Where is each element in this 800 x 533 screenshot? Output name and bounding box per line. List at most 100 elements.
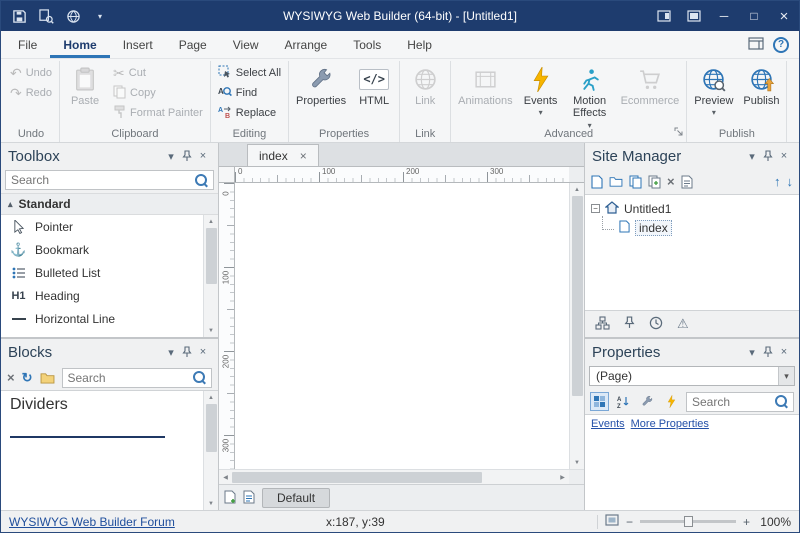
scrollbar-thumb[interactable]	[206, 404, 217, 452]
pin-view-icon[interactable]	[624, 316, 635, 332]
site-tree-page-index[interactable]: index	[602, 218, 793, 237]
alphabetical-view-icon[interactable]: AZ	[614, 392, 633, 411]
scroll-up-icon[interactable]: ▲	[204, 391, 218, 404]
minimize-button[interactable]: ─	[709, 1, 739, 31]
blocks-clear-icon[interactable]: ×	[7, 370, 15, 385]
scrollbar-thumb[interactable]	[206, 228, 217, 284]
site-manager-pin-icon[interactable]	[760, 150, 776, 162]
properties-close-icon[interactable]: ×	[776, 346, 792, 358]
toolbox-item-heading[interactable]: H1 Heading	[1, 284, 203, 307]
copy-page-icon[interactable]	[629, 175, 642, 189]
new-page-icon[interactable]	[591, 175, 603, 189]
tab-help[interactable]: Help	[394, 31, 445, 58]
select-all-button[interactable]: Select All	[214, 63, 285, 83]
toolbox-scrollbar[interactable]: ▲ ▼	[203, 215, 218, 337]
sitemap-view-icon[interactable]	[595, 316, 610, 333]
page-properties-icon[interactable]	[681, 175, 693, 189]
tab-home[interactable]: Home	[50, 31, 109, 58]
toolbox-item-pointer[interactable]: Pointer	[1, 215, 203, 238]
breakpoint-default-tab[interactable]: Default	[262, 488, 330, 508]
advanced-dialog-launcher-icon[interactable]	[674, 125, 683, 139]
events-button[interactable]: Events ▾	[519, 63, 563, 117]
properties-menu-icon[interactable]: ▾	[744, 346, 760, 359]
toolbox-close-icon[interactable]: ×	[195, 150, 211, 162]
canvas-horizontal-scrollbar[interactable]: ◀ ▶	[219, 469, 569, 484]
forum-link[interactable]: WYSIWYG Web Builder Forum	[1, 515, 183, 529]
replace-button[interactable]: AB Replace	[214, 103, 285, 123]
scroll-down-icon[interactable]: ▼	[204, 497, 218, 510]
maximize-button[interactable]: □	[739, 1, 769, 31]
properties-pin-icon[interactable]	[760, 346, 776, 358]
delete-page-icon[interactable]: ×	[667, 174, 675, 189]
tree-collapse-icon[interactable]: −	[591, 204, 600, 213]
motion-effects-button[interactable]: Motion Effects ▾	[565, 63, 615, 130]
dropdown-caret-icon[interactable]: ▾	[778, 367, 794, 385]
divider-block-preview[interactable]	[10, 436, 165, 438]
toolbox-search-input[interactable]	[11, 173, 195, 187]
blocks-close-icon[interactable]: ×	[195, 346, 211, 358]
save-icon[interactable]	[7, 5, 31, 27]
scroll-down-icon[interactable]: ▼	[204, 324, 218, 337]
scroll-down-icon[interactable]: ▼	[570, 456, 584, 469]
breakpoint-settings-icon[interactable]	[243, 490, 257, 505]
more-properties-link[interactable]: More Properties	[631, 418, 709, 430]
events-link[interactable]: Events	[591, 418, 625, 430]
tab-arrange[interactable]: Arrange	[272, 31, 341, 58]
categorized-view-icon[interactable]	[590, 392, 609, 411]
preview-quick-icon[interactable]	[34, 5, 58, 27]
blocks-menu-icon[interactable]: ▾	[163, 346, 179, 359]
blocks-scrollbar[interactable]: ▲ ▼	[203, 391, 218, 510]
blocks-refresh-icon[interactable]: ↻	[22, 370, 33, 386]
zoom-fit-icon[interactable]	[605, 514, 619, 529]
site-tree-root[interactable]: − Untitled1	[591, 199, 793, 218]
scrollbar-thumb[interactable]	[572, 196, 583, 396]
new-folder-icon[interactable]	[609, 176, 623, 187]
toolbox-pin-icon[interactable]	[179, 150, 195, 162]
site-manager-close-icon[interactable]: ×	[776, 150, 792, 162]
zoom-slider-thumb[interactable]	[684, 516, 693, 527]
fullscreen-icon[interactable]	[679, 1, 709, 31]
scrollbar-thumb[interactable]	[232, 472, 482, 483]
find-button[interactable]: A Find	[214, 83, 285, 103]
page-canvas[interactable]	[235, 183, 569, 469]
canvas-vertical-scrollbar[interactable]: ▲ ▼	[569, 183, 584, 469]
toolbox-category-standard[interactable]: ▴ Standard	[1, 193, 218, 215]
zoom-out-icon[interactable]: −	[626, 515, 633, 529]
tab-insert[interactable]: Insert	[110, 31, 166, 58]
property-target-dropdown[interactable]: (Page) ▾	[589, 366, 795, 386]
zoom-in-icon[interactable]: +	[743, 515, 750, 529]
publish-quick-icon[interactable]	[61, 5, 85, 27]
properties-search-input[interactable]	[692, 395, 775, 409]
qat-dropdown-icon[interactable]: ▾	[88, 5, 112, 27]
move-down-icon[interactable]: ↓	[787, 174, 794, 189]
history-clock-icon[interactable]	[649, 316, 663, 333]
publish-button[interactable]: Publish	[739, 63, 783, 107]
scroll-right-icon[interactable]: ▶	[556, 470, 569, 484]
ribbon-layout-icon[interactable]	[748, 37, 764, 53]
add-breakpoint-icon[interactable]	[224, 490, 238, 505]
close-button[interactable]: ×	[769, 1, 799, 31]
tab-close-icon[interactable]: ×	[300, 149, 307, 163]
scroll-left-icon[interactable]: ◀	[219, 470, 232, 484]
scroll-up-icon[interactable]: ▲	[204, 215, 218, 228]
toolbox-item-bookmark[interactable]: ⚓ Bookmark	[1, 238, 203, 261]
site-manager-menu-icon[interactable]: ▾	[744, 150, 760, 163]
clone-page-icon[interactable]	[648, 175, 661, 189]
preview-button[interactable]: Preview ▾	[690, 63, 737, 117]
zoom-slider[interactable]	[640, 520, 736, 523]
move-up-icon[interactable]: ↑	[774, 174, 781, 189]
events-view-icon[interactable]	[662, 392, 681, 411]
tab-tools[interactable]: Tools	[340, 31, 394, 58]
tab-view[interactable]: View	[220, 31, 272, 58]
blocks-search-input[interactable]	[68, 371, 194, 385]
tab-file[interactable]: File	[5, 31, 50, 58]
properties-button[interactable]: Properties	[292, 63, 350, 107]
toolbox-item-horizontal-line[interactable]: Horizontal Line	[1, 307, 203, 330]
blocks-pin-icon[interactable]	[179, 346, 195, 358]
scroll-up-icon[interactable]: ▲	[570, 183, 584, 196]
tab-page[interactable]: Page	[166, 31, 220, 58]
html-button[interactable]: </> HTML	[352, 63, 396, 107]
workspace-icon[interactable]	[649, 1, 679, 31]
toolbox-item-bulleted-list[interactable]: Bulleted List	[1, 261, 203, 284]
help-icon[interactable]: ?	[773, 37, 789, 53]
